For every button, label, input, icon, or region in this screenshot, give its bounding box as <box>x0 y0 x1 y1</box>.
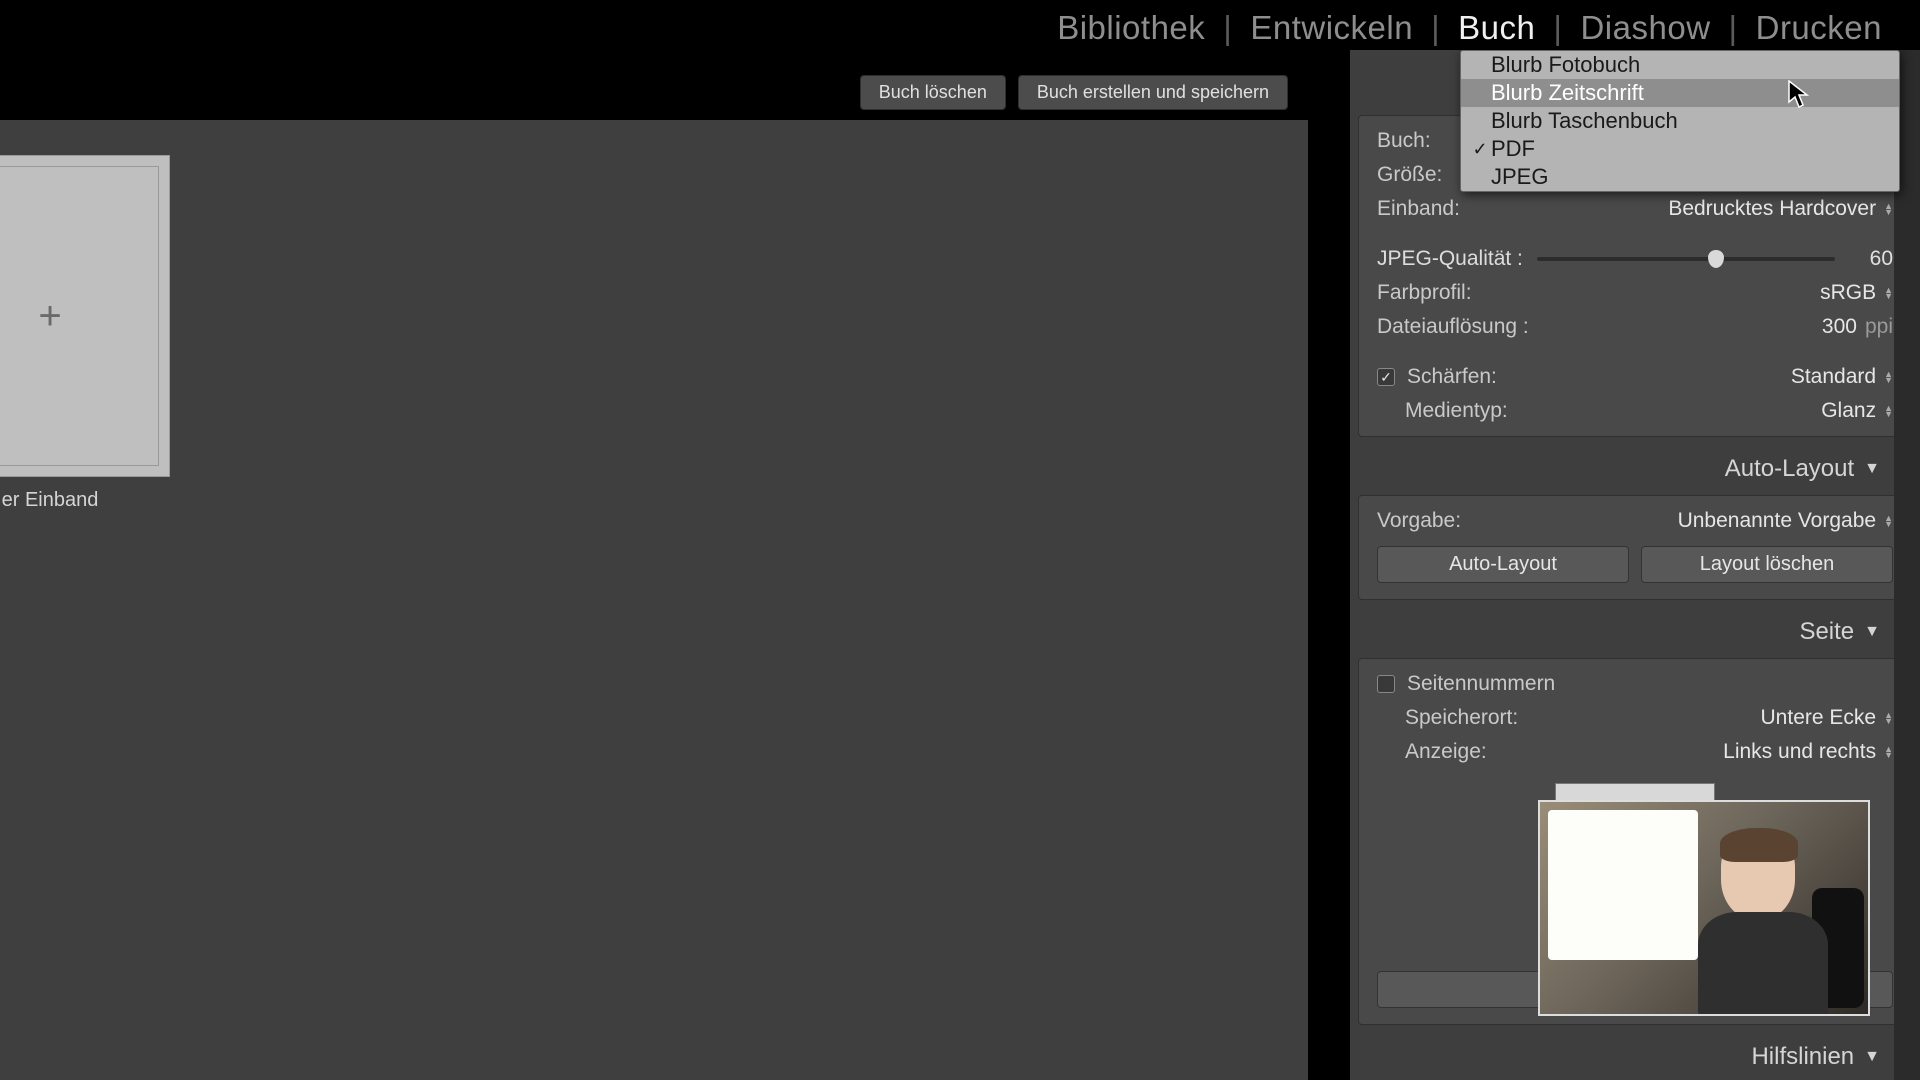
dropdown-option-blurb-zeitschrift[interactable]: Blurb Zeitschrift <box>1461 79 1899 107</box>
book-label: Buch: <box>1377 129 1431 153</box>
row-page-display: Anzeige: Links und rechts ▲▼ <box>1359 735 1911 769</box>
dropdown-option-jpeg[interactable]: JPEG <box>1461 163 1899 191</box>
color-profile-value-text: sRGB <box>1820 281 1876 305</box>
slider-knob[interactable] <box>1708 250 1724 268</box>
book-action-bar: Buch löschen Buch erstellen und speicher… <box>0 72 1308 112</box>
triangle-down-icon: ▼ <box>1864 1048 1880 1066</box>
updown-icon: ▲▼ <box>1884 515 1893 527</box>
jpeg-quality-label: JPEG-Qualität : <box>1377 247 1523 271</box>
nav-tab-develop[interactable]: Entwickeln <box>1232 9 1431 47</box>
sharpen-value-text: Standard <box>1791 365 1876 389</box>
sharpen-checkbox[interactable]: ✓ <box>1377 368 1395 386</box>
section-header-page[interactable]: Seite ▼ <box>1350 610 1894 654</box>
updown-icon: ▲▼ <box>1884 712 1893 724</box>
media-type-value[interactable]: Glanz ▲▼ <box>1821 399 1893 423</box>
file-resolution-label: Dateiauflösung : <box>1377 315 1529 339</box>
color-profile-value[interactable]: sRGB ▲▼ <box>1820 281 1893 305</box>
page-display-value[interactable]: Links und rechts ▲▼ <box>1723 740 1893 764</box>
updown-icon: ▲▼ <box>1884 405 1893 417</box>
panel-auto-layout: Vorgabe: Unbenannte Vorgabe ▲▼ Auto-Layo… <box>1358 495 1912 600</box>
nav-tab-print[interactable]: Drucken <box>1738 9 1900 47</box>
media-type-value-text: Glanz <box>1821 399 1876 423</box>
row-color-profile: Farbprofil: sRGB ▲▼ <box>1359 276 1911 310</box>
auto-layout-button[interactable]: Auto-Layout <box>1377 546 1629 583</box>
nav-sep: | <box>1431 9 1440 47</box>
file-resolution-unit: ppi <box>1865 315 1893 339</box>
triangle-down-icon: ▼ <box>1864 623 1880 641</box>
plus-icon: + <box>38 294 61 339</box>
page-numbers-checkbox[interactable]: ✓ <box>1377 675 1395 693</box>
section-title: Seite <box>1799 618 1854 646</box>
cover-label: Einband: <box>1377 197 1460 221</box>
cover-value-text: Bedrucktes Hardcover <box>1668 197 1876 221</box>
dropdown-option-label: JPEG <box>1491 164 1548 190</box>
cover-value[interactable]: Bedrucktes Hardcover ▲▼ <box>1668 197 1893 221</box>
file-resolution-value-text: 300 <box>1822 315 1857 339</box>
dropdown-option-label: Blurb Taschenbuch <box>1491 108 1678 134</box>
dropdown-option-blurb-fotobuch[interactable]: Blurb Fotobuch <box>1461 51 1899 79</box>
clear-layout-button[interactable]: Layout löschen <box>1641 546 1893 583</box>
jpeg-quality-value[interactable]: 60 <box>1849 247 1893 271</box>
row-preset: Vorgabe: Unbenannte Vorgabe ▲▼ <box>1359 504 1911 538</box>
row-file-resolution: Dateiauflösung : 300 ppi <box>1359 310 1911 344</box>
section-header-guides[interactable]: Hilfslinien ▼ <box>1350 1035 1894 1079</box>
nav-tab-slideshow[interactable]: Diashow <box>1562 9 1728 47</box>
dropdown-option-pdf[interactable]: ✓ PDF <box>1461 135 1899 163</box>
create-book-button[interactable]: Buch erstellen und speichern <box>1018 75 1288 110</box>
page-location-label: Speicherort: <box>1405 706 1518 730</box>
book-type-dropdown[interactable]: Blurb Fotobuch Blurb Zeitschrift Blurb T… <box>1460 50 1900 192</box>
page-location-value[interactable]: Untere Ecke ▲▼ <box>1761 706 1893 730</box>
dropdown-option-label: Blurb Zeitschrift <box>1491 80 1644 106</box>
cover-page-placeholder[interactable]: + <box>0 155 170 477</box>
triangle-down-icon: ▼ <box>1864 460 1880 478</box>
row-cover: Einband: Bedrucktes Hardcover ▲▼ <box>1359 192 1911 226</box>
nav-sep: | <box>1553 9 1562 47</box>
updown-icon: ▲▼ <box>1884 371 1893 383</box>
webcam-person-shape <box>1698 832 1818 1012</box>
media-type-label: Medientyp: <box>1405 399 1508 423</box>
page-display-value-text: Links und rechts <box>1723 740 1876 764</box>
row-jpeg-quality: JPEG-Qualität : 60 <box>1359 242 1911 276</box>
color-profile-label: Farbprofil: <box>1377 281 1472 305</box>
module-nav: Bibliothek | Entwickeln | Buch | Diashow… <box>1039 0 1920 56</box>
row-page-numbers: ✓ Seitennummern <box>1359 667 1911 701</box>
cover-spread: + er Einband <box>0 155 170 512</box>
sharpen-value[interactable]: Standard ▲▼ <box>1791 365 1893 389</box>
nav-tab-library[interactable]: Bibliothek <box>1039 9 1223 47</box>
nav-sep: | <box>1729 9 1738 47</box>
file-resolution-value[interactable]: 300 ppi <box>1822 315 1893 339</box>
page-display-label: Anzeige: <box>1405 740 1487 764</box>
page-numbers-label: Seitennummern <box>1407 672 1555 696</box>
preset-value[interactable]: Unbenannte Vorgabe ▲▼ <box>1678 509 1893 533</box>
row-media-type: Medientyp: Glanz ▲▼ <box>1359 394 1911 428</box>
row-page-location: Speicherort: Untere Ecke ▲▼ <box>1359 701 1911 735</box>
webcam-monitor-shape <box>1548 810 1698 960</box>
section-title: Hilfslinien <box>1751 1043 1854 1071</box>
section-title: Auto-Layout <box>1725 455 1854 483</box>
book-canvas: + er Einband <box>0 120 1308 1080</box>
updown-icon: ▲▼ <box>1884 203 1893 215</box>
auto-layout-button-row: Auto-Layout Layout löschen <box>1359 538 1911 591</box>
updown-icon: ▲▼ <box>1884 287 1893 299</box>
cover-caption: er Einband <box>0 489 170 512</box>
size-label: Größe: <box>1377 163 1442 187</box>
sharpen-label: Schärfen: <box>1407 365 1497 389</box>
dropdown-option-label: Blurb Fotobuch <box>1491 52 1640 78</box>
check-icon: ✓ <box>1469 139 1491 160</box>
row-sharpen: ✓ Schärfen: Standard ▲▼ <box>1359 360 1911 394</box>
jpeg-quality-slider[interactable] <box>1537 257 1835 261</box>
dropdown-option-blurb-taschenbuch[interactable]: Blurb Taschenbuch <box>1461 107 1899 135</box>
page-location-value-text: Untere Ecke <box>1761 706 1877 730</box>
delete-book-button[interactable]: Buch löschen <box>860 75 1006 110</box>
section-header-auto-layout[interactable]: Auto-Layout ▼ <box>1350 447 1894 491</box>
updown-icon: ▲▼ <box>1884 746 1893 758</box>
webcam-pip <box>1538 800 1870 1016</box>
nav-sep: | <box>1223 9 1232 47</box>
nav-tab-book[interactable]: Buch <box>1440 9 1553 47</box>
preset-label: Vorgabe: <box>1377 509 1461 533</box>
cover-inner-frame: + <box>0 166 159 466</box>
dropdown-option-label: PDF <box>1491 136 1535 162</box>
preset-value-text: Unbenannte Vorgabe <box>1678 509 1877 533</box>
